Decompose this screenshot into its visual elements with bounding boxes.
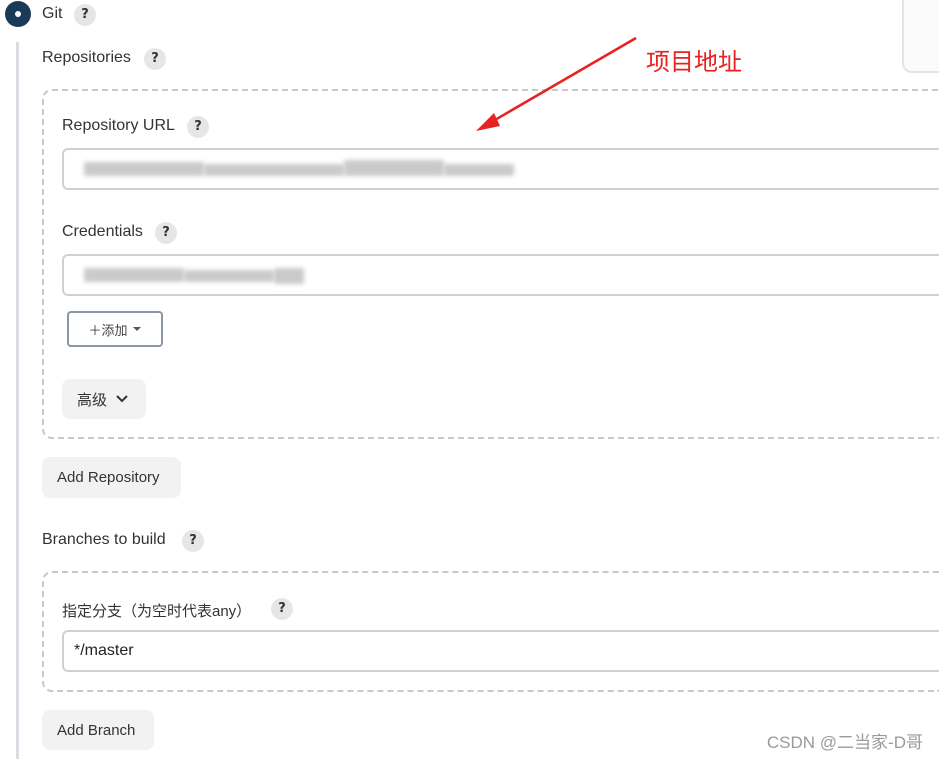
branch-specifier-label: 指定分支（为空时代表any） bbox=[62, 603, 252, 620]
branches-help-icon[interactable]: ? bbox=[182, 530, 204, 552]
annotation-arrow-icon bbox=[476, 36, 637, 131]
repository-url-help-icon[interactable]: ? bbox=[187, 116, 209, 138]
redacted-text bbox=[444, 164, 514, 176]
repository-url-input[interactable] bbox=[62, 148, 939, 190]
branches-to-build-label: Branches to build bbox=[42, 531, 166, 548]
add-credentials-label: ＋添加 bbox=[88, 322, 128, 338]
git-label: Git bbox=[42, 5, 63, 22]
redacted-text bbox=[184, 270, 274, 282]
credentials-select[interactable] bbox=[62, 254, 939, 296]
credentials-help-icon[interactable]: ? bbox=[155, 222, 177, 244]
watermark: CSDN @二当家-D哥 bbox=[766, 733, 923, 752]
advanced-button[interactable]: 高级 bbox=[62, 379, 146, 419]
add-repository-label: Add Repository bbox=[57, 469, 160, 486]
add-credentials-button[interactable]: ＋添加 bbox=[67, 311, 163, 347]
section-indent-line bbox=[16, 42, 19, 759]
redacted-text bbox=[84, 268, 184, 282]
add-repository-button[interactable]: Add Repository bbox=[42, 457, 181, 498]
repository-url-label: Repository URL bbox=[62, 117, 175, 134]
git-help-icon[interactable]: ? bbox=[74, 4, 96, 26]
annotation-label: 项目地址 bbox=[646, 49, 742, 76]
panel-fragment bbox=[902, 0, 939, 73]
redacted-text bbox=[204, 164, 344, 176]
redacted-text bbox=[274, 268, 304, 284]
chevron-down-icon bbox=[116, 395, 128, 403]
caret-down-icon bbox=[132, 327, 141, 331]
branch-specifier-input[interactable]: */master bbox=[62, 630, 939, 672]
branch-specifier-help-icon[interactable]: ? bbox=[271, 598, 293, 620]
add-branch-button[interactable]: Add Branch bbox=[42, 710, 154, 750]
credentials-label: Credentials bbox=[62, 223, 143, 240]
redacted-text bbox=[84, 162, 204, 176]
repositories-help-icon[interactable]: ? bbox=[144, 48, 166, 70]
repositories-label: Repositories bbox=[42, 49, 131, 66]
add-branch-label: Add Branch bbox=[57, 721, 136, 739]
advanced-button-label: 高级 bbox=[77, 391, 108, 409]
branch-specifier-value: */master bbox=[74, 642, 134, 659]
redacted-text bbox=[344, 160, 444, 176]
git-radio-button[interactable] bbox=[5, 1, 31, 27]
